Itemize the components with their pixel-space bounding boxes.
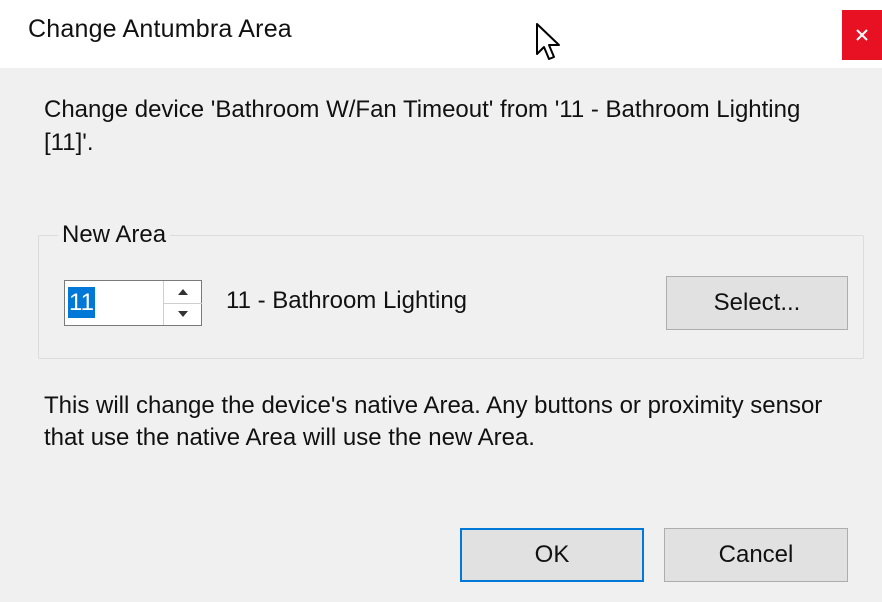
ok-button[interactable]: OK (460, 528, 644, 582)
device-change-message: Change device 'Bathroom W/Fan Timeout' f… (44, 96, 801, 156)
info-text: This will change the device's native Are… (44, 392, 823, 451)
area-number-input[interactable]: 11 (68, 287, 95, 318)
area-number-spinner[interactable]: 11 (64, 280, 202, 326)
change-area-dialog: Change Antumbra Area Change device 'Bath… (0, 0, 882, 602)
window-title: Change Antumbra Area (28, 15, 292, 43)
spinner-buttons (163, 281, 202, 325)
select-area-button[interactable]: Select... (666, 276, 848, 330)
spinner-up-button[interactable] (164, 281, 202, 304)
arrow-up-icon (178, 289, 188, 295)
spinner-down-button[interactable] (164, 303, 202, 325)
area-name-label: 11 - Bathroom Lighting (226, 287, 468, 314)
arrow-down-icon (178, 311, 188, 317)
mouse-cursor-icon (536, 23, 560, 60)
cancel-button[interactable]: Cancel (664, 528, 848, 582)
close-button[interactable] (842, 10, 882, 60)
close-icon (856, 29, 868, 41)
new-area-group-label: New Area (58, 221, 171, 249)
title-bar[interactable]: Change Antumbra Area (0, 0, 882, 68)
